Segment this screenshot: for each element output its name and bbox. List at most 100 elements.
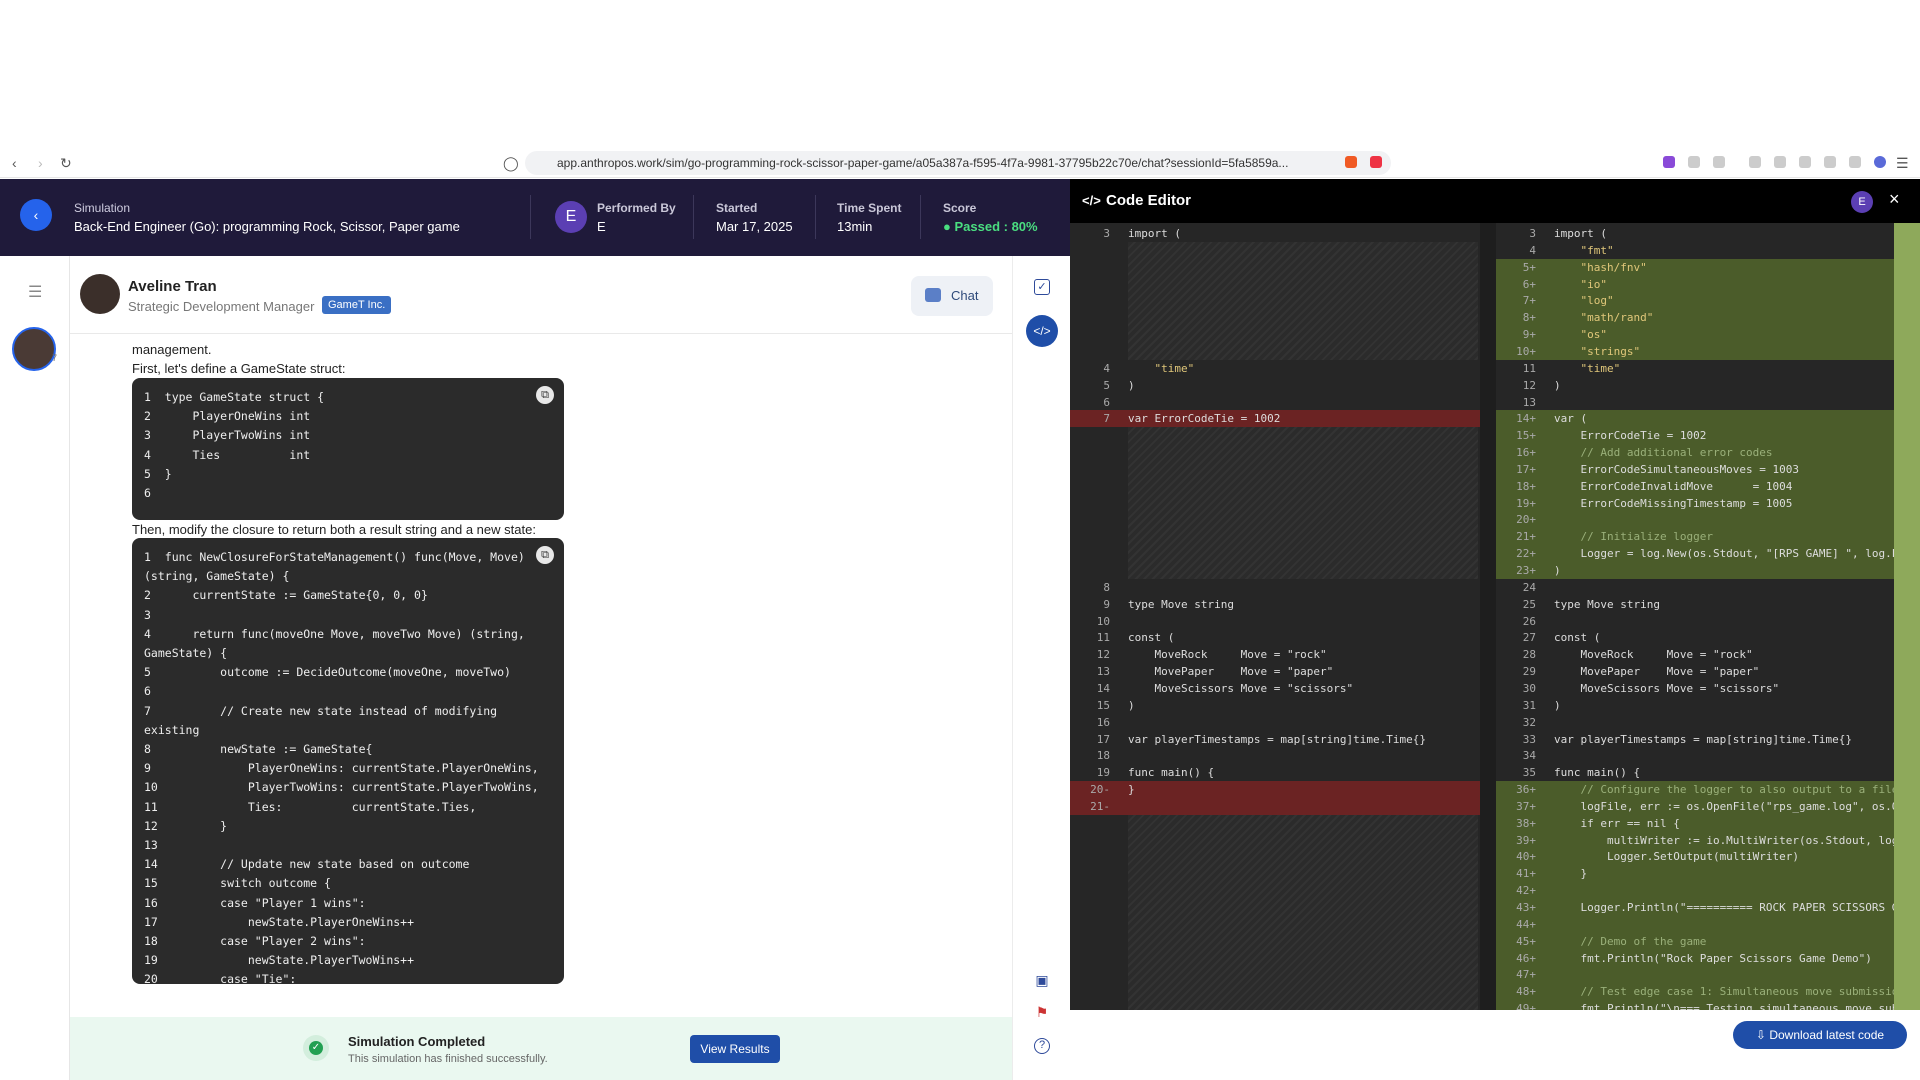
started-value: Mar 17, 2025: [716, 219, 793, 234]
editor-user-avatar: E: [1851, 191, 1873, 213]
contact-avatar[interactable]: [12, 327, 56, 371]
line-number: 37+: [1516, 799, 1536, 813]
line-number: 30: [1522, 681, 1536, 695]
bookmark-icon[interactable]: ◯: [503, 155, 519, 172]
line-number: 24: [1522, 580, 1536, 594]
code-line: existing: [144, 722, 200, 737]
line-number: 35: [1522, 766, 1536, 780]
brave-shield-icon[interactable]: [1345, 156, 1357, 168]
code-line: 13: [144, 838, 158, 852]
view-results-button[interactable]: View Results: [690, 1035, 780, 1063]
line-number: 9+: [1522, 328, 1536, 342]
code-icon: </>: [1082, 193, 1101, 208]
code-text: var playerTimestamps = map[string]time.T…: [1554, 732, 1853, 746]
code-line: 9 PlayerOneWins: currentState.PlayerOneW…: [144, 761, 539, 776]
diff-gap-hatch: [1128, 427, 1478, 579]
line-number: 28: [1522, 648, 1536, 662]
code-text: type Move string: [1128, 597, 1234, 611]
code-line: 5 }: [144, 466, 172, 481]
back-button[interactable]: ‹: [20, 199, 52, 231]
code-text: ErrorCodeInvalidMove = 1004: [1554, 479, 1793, 493]
diff-line: 26: [1496, 613, 1920, 630]
checklist-icon[interactable]: ✓: [1034, 279, 1050, 295]
chat-bubble-icon: [925, 288, 941, 302]
code-text: Logger.Println("========== ROCK PAPER SC…: [1554, 901, 1919, 914]
diff-line: 29 MovePaper Move = "paper": [1496, 663, 1920, 680]
code-text: ErrorCodeSimultaneousMoves = 1003: [1554, 462, 1800, 476]
diff-line: 12): [1496, 377, 1920, 394]
code-line: 6: [144, 486, 151, 500]
help-icon[interactable]: ?: [1034, 1038, 1050, 1054]
diff-original-pane: 3 import (4 "time" 5) 6 7 var ErrorCodeTie = …: [1070, 223, 1480, 1010]
diff-line: 9 type Move string: [1070, 596, 1480, 613]
line-number: 41+: [1516, 867, 1536, 881]
forward-arrow-icon[interactable]: ›: [38, 155, 43, 171]
contact-count-badge: 7: [52, 353, 58, 363]
company-badge: GameT Inc.: [322, 296, 392, 314]
leo-icon[interactable]: [1824, 156, 1836, 168]
line-number: 44+: [1516, 917, 1536, 931]
code-text: MoveScissors Move = "scissors": [1128, 681, 1354, 695]
extension-icon[interactable]: [1663, 156, 1675, 168]
brave-rewards-icon[interactable]: [1370, 156, 1382, 168]
diff-line: 48+ // Test edge case 1: Simultaneous mo…: [1496, 983, 1920, 1001]
diff-line: 14 MoveScissors Move = "scissors": [1070, 680, 1480, 697]
code-text: "log": [1554, 294, 1614, 308]
line-number: 38+: [1516, 816, 1536, 830]
line-number: 26: [1522, 614, 1536, 628]
performed-by-label: Performed By: [597, 201, 676, 215]
sidebar-icon[interactable]: [1774, 156, 1786, 168]
menu-icon[interactable]: ☰: [1896, 155, 1909, 172]
wallet-icon[interactable]: [1799, 156, 1811, 168]
diff-line: 40+ Logger.SetOutput(multiWriter): [1496, 848, 1920, 866]
code-line: 1 func NewClosureForStateManagement() fu…: [144, 550, 525, 564]
hamburger-icon[interactable]: ☰: [28, 282, 42, 302]
code-line: 4 return func(moveOne Move, moveTwo Move…: [144, 626, 525, 641]
close-icon[interactable]: ×: [1889, 189, 1900, 210]
code-text: var playerTimestamps = map[string]time.T…: [1128, 732, 1427, 746]
copy-icon[interactable]: ⧉: [536, 546, 554, 564]
code-line: (string, GameState) {: [144, 569, 290, 584]
vpn-icon[interactable]: [1849, 156, 1861, 168]
diff-line: 3 import (: [1070, 225, 1480, 242]
download-latest-code-button[interactable]: ⇩ Download latest code: [1733, 1021, 1907, 1049]
diff-line: 11 const (: [1070, 629, 1480, 646]
reload-icon[interactable]: ↻: [60, 155, 72, 172]
diff-line: 24: [1496, 579, 1920, 596]
download-icon: ⇩: [1755, 1028, 1766, 1042]
diff-line: 21-: [1070, 797, 1480, 815]
chat-messages: management. First, let's define a GameSt…: [70, 334, 1012, 984]
code-text: "strings": [1554, 344, 1641, 358]
address-bar[interactable]: app.anthropos.work/sim/go-programming-ro…: [525, 151, 1391, 175]
diff-view: 3 import (4 "time" 5) 6 7 var ErrorCodeTie = …: [1070, 223, 1920, 1010]
code-text: ErrorCodeTie = 1002: [1554, 429, 1707, 443]
code-line: 15 switch outcome {: [144, 876, 331, 891]
diff-line: 18: [1070, 747, 1480, 764]
diff-line: 7+ "log": [1496, 292, 1920, 310]
language-flag-icon[interactable]: ⚑: [1030, 1000, 1054, 1024]
message-text: Then, modify the closure to return both …: [132, 522, 536, 537]
diff-overview-ruler[interactable]: [1894, 223, 1920, 1010]
chat-button[interactable]: Chat: [911, 276, 993, 316]
line-number: 19: [1096, 766, 1110, 780]
gallery-icon[interactable]: ▣: [1030, 968, 1054, 992]
code-line: 12 }: [144, 818, 228, 833]
diff-line: 39+ multiWriter := io.MultiWriter(os.Std…: [1496, 831, 1920, 849]
code-line: 3 PlayerTwoWins int: [144, 428, 311, 443]
profile-icon[interactable]: [1874, 156, 1886, 168]
diff-line: 41+ }: [1496, 865, 1920, 883]
code-text: func main() {: [1554, 766, 1641, 780]
line-number: 11: [1096, 631, 1110, 645]
code-editor-icon[interactable]: </>: [1026, 315, 1058, 347]
line-number: 14+: [1516, 412, 1536, 426]
code-line: 18 case "Player 2 wins":: [144, 934, 366, 948]
puzzle-icon[interactable]: [1688, 156, 1700, 168]
line-number: 23+: [1516, 564, 1536, 577]
back-arrow-icon[interactable]: ‹: [12, 155, 17, 171]
copy-icon[interactable]: ⧉: [536, 386, 554, 404]
browser-toolbar: ‹ › ↻ ◯ app.anthropos.work/sim/go-progra…: [0, 148, 1920, 178]
tabs-icon[interactable]: [1713, 156, 1725, 168]
line-number: 6: [1103, 395, 1110, 409]
download-icon[interactable]: [1749, 156, 1761, 168]
line-number: 21-: [1090, 799, 1110, 813]
